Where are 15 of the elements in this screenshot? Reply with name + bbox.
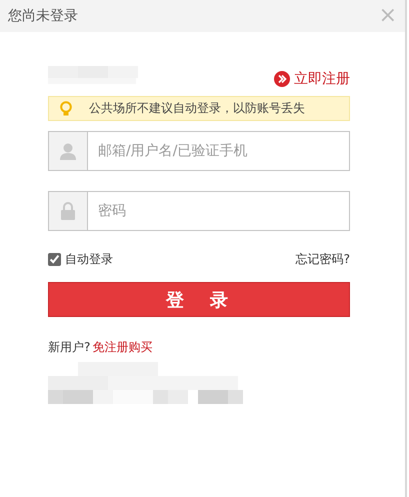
auto-login-label: 自动登录: [65, 251, 113, 268]
new-user-label: 新用户?: [48, 339, 90, 356]
auto-login-checkbox[interactable]: [48, 253, 61, 266]
lightbulb-icon: [59, 100, 73, 116]
tip-text: 公共场所不建议自动登录，以防账号丢失: [89, 100, 305, 117]
username-box[interactable]: 邮箱/用户名/已验证手机: [48, 131, 350, 171]
chevron-icon: [274, 71, 290, 87]
login-button[interactable]: 登 录: [48, 282, 350, 317]
forgot-password-link[interactable]: 忘记密码?: [296, 251, 350, 268]
register-link[interactable]: 立即注册: [274, 70, 350, 88]
password-box[interactable]: 密码: [48, 191, 350, 231]
person-icon: [59, 142, 77, 160]
buy-without-register-link[interactable]: 免注册购买: [92, 339, 152, 356]
window-title: 您尚未登录: [8, 7, 78, 25]
lock-icon: [60, 202, 76, 220]
